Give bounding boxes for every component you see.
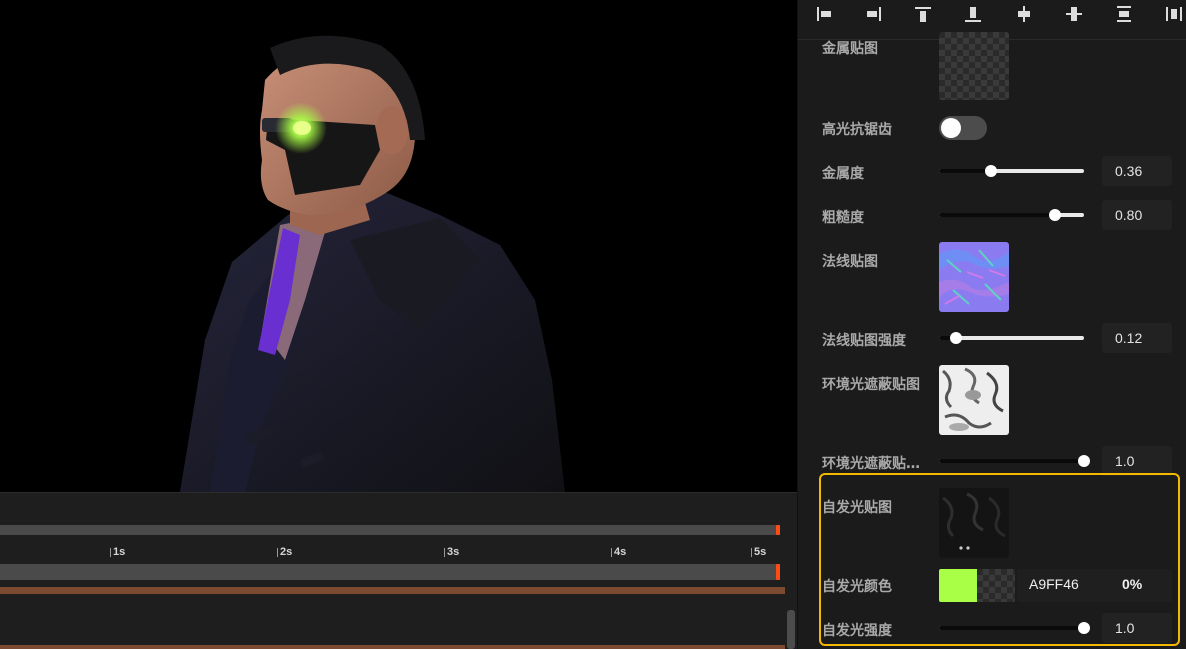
align-left-icon[interactable] <box>814 3 836 25</box>
metal-map-label: 金属贴图 <box>822 41 878 57</box>
normal-map-thumbnail[interactable] <box>939 242 1009 312</box>
timeline-scrollbar[interactable] <box>787 610 795 649</box>
material-properties-panel: 金属贴图 高光抗锯齿 金属度 0.36 粗糙度 0.80 法线贴图 法线贴图强度… <box>797 0 1186 649</box>
roughness-label: 粗糙度 <box>822 210 864 226</box>
slider-knob[interactable] <box>985 165 998 177</box>
metalness-input[interactable]: 0.36 <box>1102 156 1172 186</box>
timeline-track-main[interactable] <box>0 564 780 580</box>
distribute-horizontal-icon[interactable] <box>1163 3 1185 25</box>
normal-strength-slider[interactable] <box>939 331 1084 345</box>
align-vertical-center-icon[interactable] <box>1063 3 1085 25</box>
ao-map-thumbnail[interactable] <box>939 365 1009 435</box>
align-bottom-icon[interactable] <box>962 3 984 25</box>
specular-aa-toggle[interactable] <box>939 116 987 140</box>
normal-strength-label: 法线贴图强度 <box>822 333 906 349</box>
hex-value: A9FF46 <box>1029 576 1079 592</box>
tick-label: 3s <box>443 546 460 558</box>
metalness-slider[interactable] <box>939 164 1084 178</box>
toggle-knob <box>941 118 961 138</box>
color-preview-alpha <box>977 569 1015 602</box>
emissive-color-label: 自发光颜色 <box>822 579 892 595</box>
time-ruler[interactable]: 1s 2s 3s 4s 5s <box>0 544 797 562</box>
ao-strength-label: 环境光遮蔽贴… <box>822 456 920 472</box>
tick-label: 2s <box>276 546 293 558</box>
animation-clip-bar[interactable] <box>0 587 785 594</box>
slider-fill <box>939 459 1084 463</box>
opacity-value: 0% <box>1122 576 1143 592</box>
slider-fill <box>939 213 1055 217</box>
playhead-end-marker[interactable] <box>776 564 780 580</box>
roughness-input[interactable]: 0.80 <box>1102 200 1172 230</box>
tick-label: 4s <box>610 546 627 558</box>
color-preview-solid <box>939 569 977 602</box>
emissive-strength-slider[interactable] <box>939 621 1090 635</box>
slider-knob[interactable] <box>1049 209 1061 221</box>
metal-map-thumbnail[interactable] <box>939 32 1009 100</box>
slider-knob[interactable] <box>1078 455 1090 467</box>
emissive-map-thumbnail[interactable] <box>939 488 1009 558</box>
slider-knob[interactable] <box>950 332 963 344</box>
slider-fill <box>939 169 992 173</box>
normal-strength-input[interactable]: 0.12 <box>1102 323 1172 353</box>
editor-window: 1s 2s 3s 4s 5s 金属贴图 高光抗锯齿 金属度 0.36 粗糙度 0… <box>0 0 1186 649</box>
normal-map-label: 法线贴图 <box>822 254 878 270</box>
normal-map-texture <box>939 242 1009 312</box>
emissive-map-texture <box>939 488 1009 558</box>
slider-knob[interactable] <box>1078 622 1090 634</box>
emissive-color-hex-input[interactable]: A9FF46 0% <box>1017 569 1172 602</box>
ao-map-label: 环境光遮蔽贴图 <box>822 377 920 393</box>
emissive-map-label: 自发光贴图 <box>822 500 892 516</box>
specular-aa-label: 高光抗锯齿 <box>822 122 892 138</box>
tick-label: 5s <box>750 546 767 558</box>
timeline-track-top[interactable] <box>0 525 780 535</box>
roughness-slider[interactable] <box>939 208 1084 222</box>
align-horizontal-center-icon[interactable] <box>1013 3 1035 25</box>
ao-strength-input[interactable]: 1.0 <box>1102 446 1172 476</box>
emissive-strength-input[interactable]: 1.0 <box>1102 613 1172 643</box>
playhead-end-marker-top[interactable] <box>776 525 780 535</box>
ao-strength-slider[interactable] <box>939 454 1090 468</box>
3d-viewport[interactable] <box>0 0 797 492</box>
distribute-vertical-icon[interactable] <box>1113 3 1135 25</box>
tick-label: 1s <box>109 546 126 558</box>
slider-fill <box>939 626 1084 630</box>
ao-map-texture <box>939 365 1009 435</box>
metalness-label: 金属度 <box>822 166 864 182</box>
character-render <box>180 35 565 492</box>
align-right-icon[interactable] <box>862 3 884 25</box>
animation-clip-bar[interactable] <box>0 645 785 649</box>
emissive-color-swatch[interactable] <box>939 569 1015 602</box>
timeline-panel: 1s 2s 3s 4s 5s <box>0 492 797 649</box>
emissive-strength-label: 自发光强度 <box>822 623 892 639</box>
align-top-icon[interactable] <box>912 3 934 25</box>
